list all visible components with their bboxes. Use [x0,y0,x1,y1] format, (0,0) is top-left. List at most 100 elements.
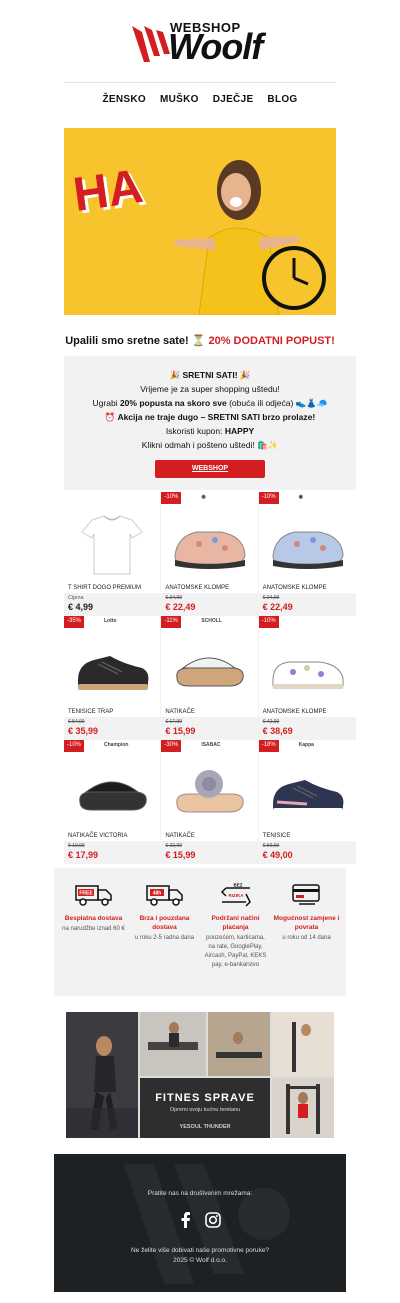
product-price: € 22,49 [165,602,196,612]
product-image [174,531,246,569]
fitness-collage: FITNES SPRAVE Opremi svoju kućnu teretan… [66,1012,334,1138]
product-image-wrap[interactable] [169,634,250,702]
discount-badge: -35% [64,616,85,628]
feature-free-delivery: FREE Besplatna dostava na narudžbe iznad… [61,882,127,996]
product-name[interactable]: ANATOMSKE KLOMPE [165,585,229,591]
product-row: -35% Lotto TENISICE TRAP € 54,99 € 35,99 -11%… [64,616,356,740]
footer: Pratite nas na društvenim mrežama: Ne že… [54,1154,346,1292]
svg-text:FREE: FREE [79,891,93,897]
product-card[interactable]: -35% Lotto TENISICE TRAP € 54,99 € 35,99 [64,616,162,740]
product-price: € 49,00 [262,850,293,860]
product-image-wrap[interactable] [267,634,348,702]
product-name[interactable]: TENISICE [263,833,291,839]
promo-line2: Vrijeme je za super shopping uštedu! [140,384,280,394]
product-card[interactable]: -18% Kappa TENISICE € 59,99 € 49,00 [258,740,356,864]
product-image-wrap[interactable] [72,634,153,702]
truck-48h-icon: 48h [145,885,183,906]
svg-text:RIZIKA: RIZIKA [228,893,244,898]
facebook-icon[interactable] [179,1212,193,1228]
truck-free-icon: FREE [74,885,112,906]
feature-return: Mogućnost zamjene i povrata u roku od 14… [274,882,340,996]
brand-logo: ISABAC [201,742,221,748]
product-name[interactable]: ANATOMSKE KLOMPE [263,585,327,591]
social-icons [54,1212,346,1228]
discount-badge: -11% [161,616,181,628]
product-image [272,531,344,569]
product-card[interactable]: -10% Champion NATIKAČE VICTORIA € 19,99 € 17… [64,740,162,864]
svg-text:YESOUL THUNDER: YESOUL THUNDER [180,1124,231,1130]
product-image-wrap[interactable] [169,758,250,826]
fitness-title: FITNES SPRAVE [155,1092,255,1104]
fitness-banner[interactable]: FITNES SPRAVE Opremi svoju kućnu teretan… [66,1012,334,1138]
discount-badge: -30% [161,740,182,752]
instagram-icon[interactable] [205,1212,221,1228]
brand-logo: ◉ [298,494,304,500]
price-label: Cijena [68,595,84,601]
tagline-main: Upalili smo sretne sate! ⏳ [65,335,209,347]
wolf-logo[interactable]: WEBSHOP Woolf [130,18,270,66]
product-price: € 4,99 [68,602,94,612]
product-image-wrap[interactable] [267,758,348,826]
product-row: T SHIRT DOGO PREMIUM Cijena € 4,99 -10% ◉ ANA… [64,492,356,616]
product-card[interactable]: -11% SCHOLL NATIKAČE € 17,99 € 15,99 [161,616,259,740]
product-image [79,781,147,811]
product-name[interactable]: NATIKAČE [165,709,195,715]
discount-badge: -10% [258,616,279,628]
product-name[interactable]: NATIKAČE [165,833,195,839]
product-name[interactable]: T SHIRT DOGO PREMIUM [68,585,141,591]
old-price: € 22,99 [165,843,183,849]
feature-title: Besplatna dostava [64,915,123,922]
feature-desc: u roku 2-5 radna dana [134,935,195,941]
unsubscribe-link[interactable]: Ne želite više dobivati naše promotivne … [54,1247,346,1254]
logo-wordmark: Woolf [168,26,263,67]
promo-box: 🎉 SRETNI SATI! 🎉 Vrijeme je za super sho… [64,356,356,490]
nav-djecje[interactable]: DJEČJE [213,94,254,105]
product-card[interactable]: -30% ISABAC NATIKAČE € 22,99 € 15,99 [161,740,259,864]
product-price: € 17,99 [68,850,99,860]
feature-title: Brza i pouzdana dostava [139,915,190,931]
fitness-subtitle: Opremi svoju kućnu teretanu [170,1107,240,1113]
product-image [78,656,149,690]
feature-desc: na narudžbe iznad 60 € [62,926,125,932]
product-image-wrap[interactable] [267,510,348,578]
brand-logo: Kappa [298,742,314,748]
brand-logo: Lotto [104,618,117,624]
product-price: € 22,49 [262,602,293,612]
product-card[interactable]: -10% ◉ ANATOMSKE KLOMPE € 24,99 € 22,49 [161,492,259,616]
product-row: -10% Champion NATIKAČE VICTORIA € 19,99 € 17… [64,740,356,864]
card-return-icon [291,884,320,905]
product-price: € 15,99 [165,726,196,736]
product-card[interactable]: T SHIRT DOGO PREMIUM Cijena € 4,99 [64,492,162,616]
promo-line5: Iskoristi kupon: HAPPY [165,426,255,436]
product-price: € 35,99 [68,726,99,736]
webshop-button[interactable]: WEBSHOP [155,460,265,478]
nav-blog[interactable]: BLOG [267,94,297,105]
nav-zensko[interactable]: ŽENSKO [102,94,145,105]
product-card[interactable]: -10% ANATOMSKE KLOMPE € 42,99 € 38,69 [258,616,356,740]
product-image-wrap[interactable] [72,510,153,578]
product-image [272,661,344,689]
product-name[interactable]: NATIKAČE VICTORIA [68,833,127,839]
header-divider [64,82,336,83]
feature-title: Mogućnost zamjene i povrata [273,915,340,931]
product-name[interactable]: ANATOMSKE KLOMPE [263,709,327,715]
brand-logo: ◉ [201,494,206,500]
hero-ha-text: HA [70,160,146,222]
old-price: € 17,99 [165,719,183,725]
brand-logo: SCHOLL [201,618,222,624]
old-price: € 54,99 [68,719,85,725]
svg-text:48h: 48h [152,891,161,897]
discount-badge: -10% [161,492,182,504]
product-price: € 38,69 [262,726,293,736]
old-price: € 24,99 [165,595,183,601]
product-image-wrap[interactable] [72,758,153,826]
nav-musko[interactable]: MUŠKO [160,94,199,105]
hero-banner[interactable]: HA HA [64,128,336,315]
product-image-wrap[interactable] [169,510,250,578]
product-price: € 15,99 [165,850,196,860]
footer-follow-text: Pratite nas na društvenim mrežama: [147,1190,253,1197]
product-card[interactable]: -10% ◉ ANATOMSKE KLOMPE € 24,99 € 22,49 [258,492,356,616]
product-name[interactable]: TENISICE TRAP [68,709,113,715]
product-image [176,657,245,687]
tagline: Upalili smo sretne sate! ⏳ 20% DODATNI P… [0,334,400,347]
